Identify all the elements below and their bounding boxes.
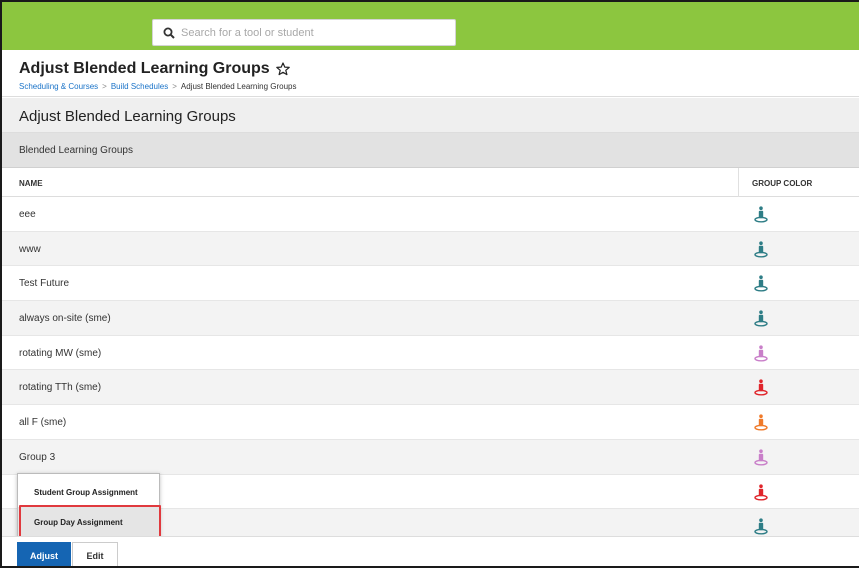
breadcrumb-scheduling[interactable]: Scheduling & Courses (19, 82, 98, 91)
table-row[interactable]: www (2, 231, 859, 267)
table-row[interactable]: Test Future (2, 266, 859, 302)
panel-header: Blended Learning Groups (2, 133, 859, 168)
group-name: rotating TTh (sme) (19, 382, 102, 394)
star-icon[interactable] (275, 62, 290, 76)
table-row[interactable]: all F (sme) (2, 405, 859, 440)
person-icon (754, 310, 768, 327)
person-icon (754, 206, 768, 223)
page-title: Adjust Blended Learning Groups (19, 60, 290, 78)
search-input[interactable] (181, 26, 441, 39)
group-name: www (19, 243, 41, 255)
menu-item-student-group-assignment[interactable]: Student Group Assignment (18, 477, 159, 507)
table-row[interactable]: rotating MW (sme) (2, 335, 859, 371)
menu-item-group-day-assignment[interactable]: Group Day Assignment (18, 507, 159, 537)
group-name: rotating MW (sme) (19, 347, 102, 359)
person-icon (754, 518, 768, 535)
group-name: always on-site (sme) (19, 313, 111, 325)
person-icon (754, 449, 768, 466)
group-name: eee (19, 209, 36, 220)
breadcrumb: Scheduling & Courses > Build Schedules > Adj… (19, 82, 297, 91)
page-header: Adjust Blended Learning Groups Schedulin… (2, 50, 859, 97)
table-row[interactable]: eee (2, 197, 859, 232)
action-bar: Adjust Edit (2, 536, 859, 566)
table-header: NAME GROUP COLOR (2, 168, 859, 197)
group-name: all F (sme) (19, 417, 67, 429)
panel-title: Blended Learning Groups (19, 145, 133, 156)
column-header-group-color[interactable]: GROUP COLOR (752, 179, 812, 188)
breadcrumb-separator-icon: > (102, 82, 107, 91)
person-icon (754, 483, 768, 501)
breadcrumb-separator-icon: > (172, 82, 177, 91)
group-name: Test Future (19, 278, 70, 290)
breadcrumb-build-schedules[interactable]: Build Schedules (111, 82, 168, 91)
adjust-button[interactable]: Adjust (17, 542, 71, 566)
search-icon (163, 27, 175, 39)
search-box[interactable] (152, 19, 456, 46)
section-title: Adjust Blended Learning Groups (19, 108, 236, 125)
person-icon (754, 379, 768, 396)
person-icon (754, 414, 768, 431)
table-row[interactable]: always on-site (sme) (2, 301, 859, 336)
person-icon (754, 275, 768, 292)
person-icon (754, 241, 768, 258)
breadcrumb-current: Adjust Blended Learning Groups (180, 82, 297, 91)
person-icon (754, 345, 768, 362)
column-header-name[interactable]: NAME (19, 179, 43, 188)
page-title-text: Adjust Blended Learning Groups (19, 60, 270, 77)
group-name: Group 3 (19, 451, 56, 463)
top-bar (2, 2, 859, 50)
section-header: Adjust Blended Learning Groups (2, 98, 859, 133)
edit-button[interactable]: Edit (72, 542, 118, 566)
app-window: Adjust Blended Learning Groups Schedulin… (0, 0, 859, 568)
adjust-menu: Student Group Assignment Group Day Assig… (17, 473, 160, 540)
table-row[interactable]: rotating TTh (sme) (2, 370, 859, 406)
table-row[interactable]: Group 3 (2, 439, 859, 475)
